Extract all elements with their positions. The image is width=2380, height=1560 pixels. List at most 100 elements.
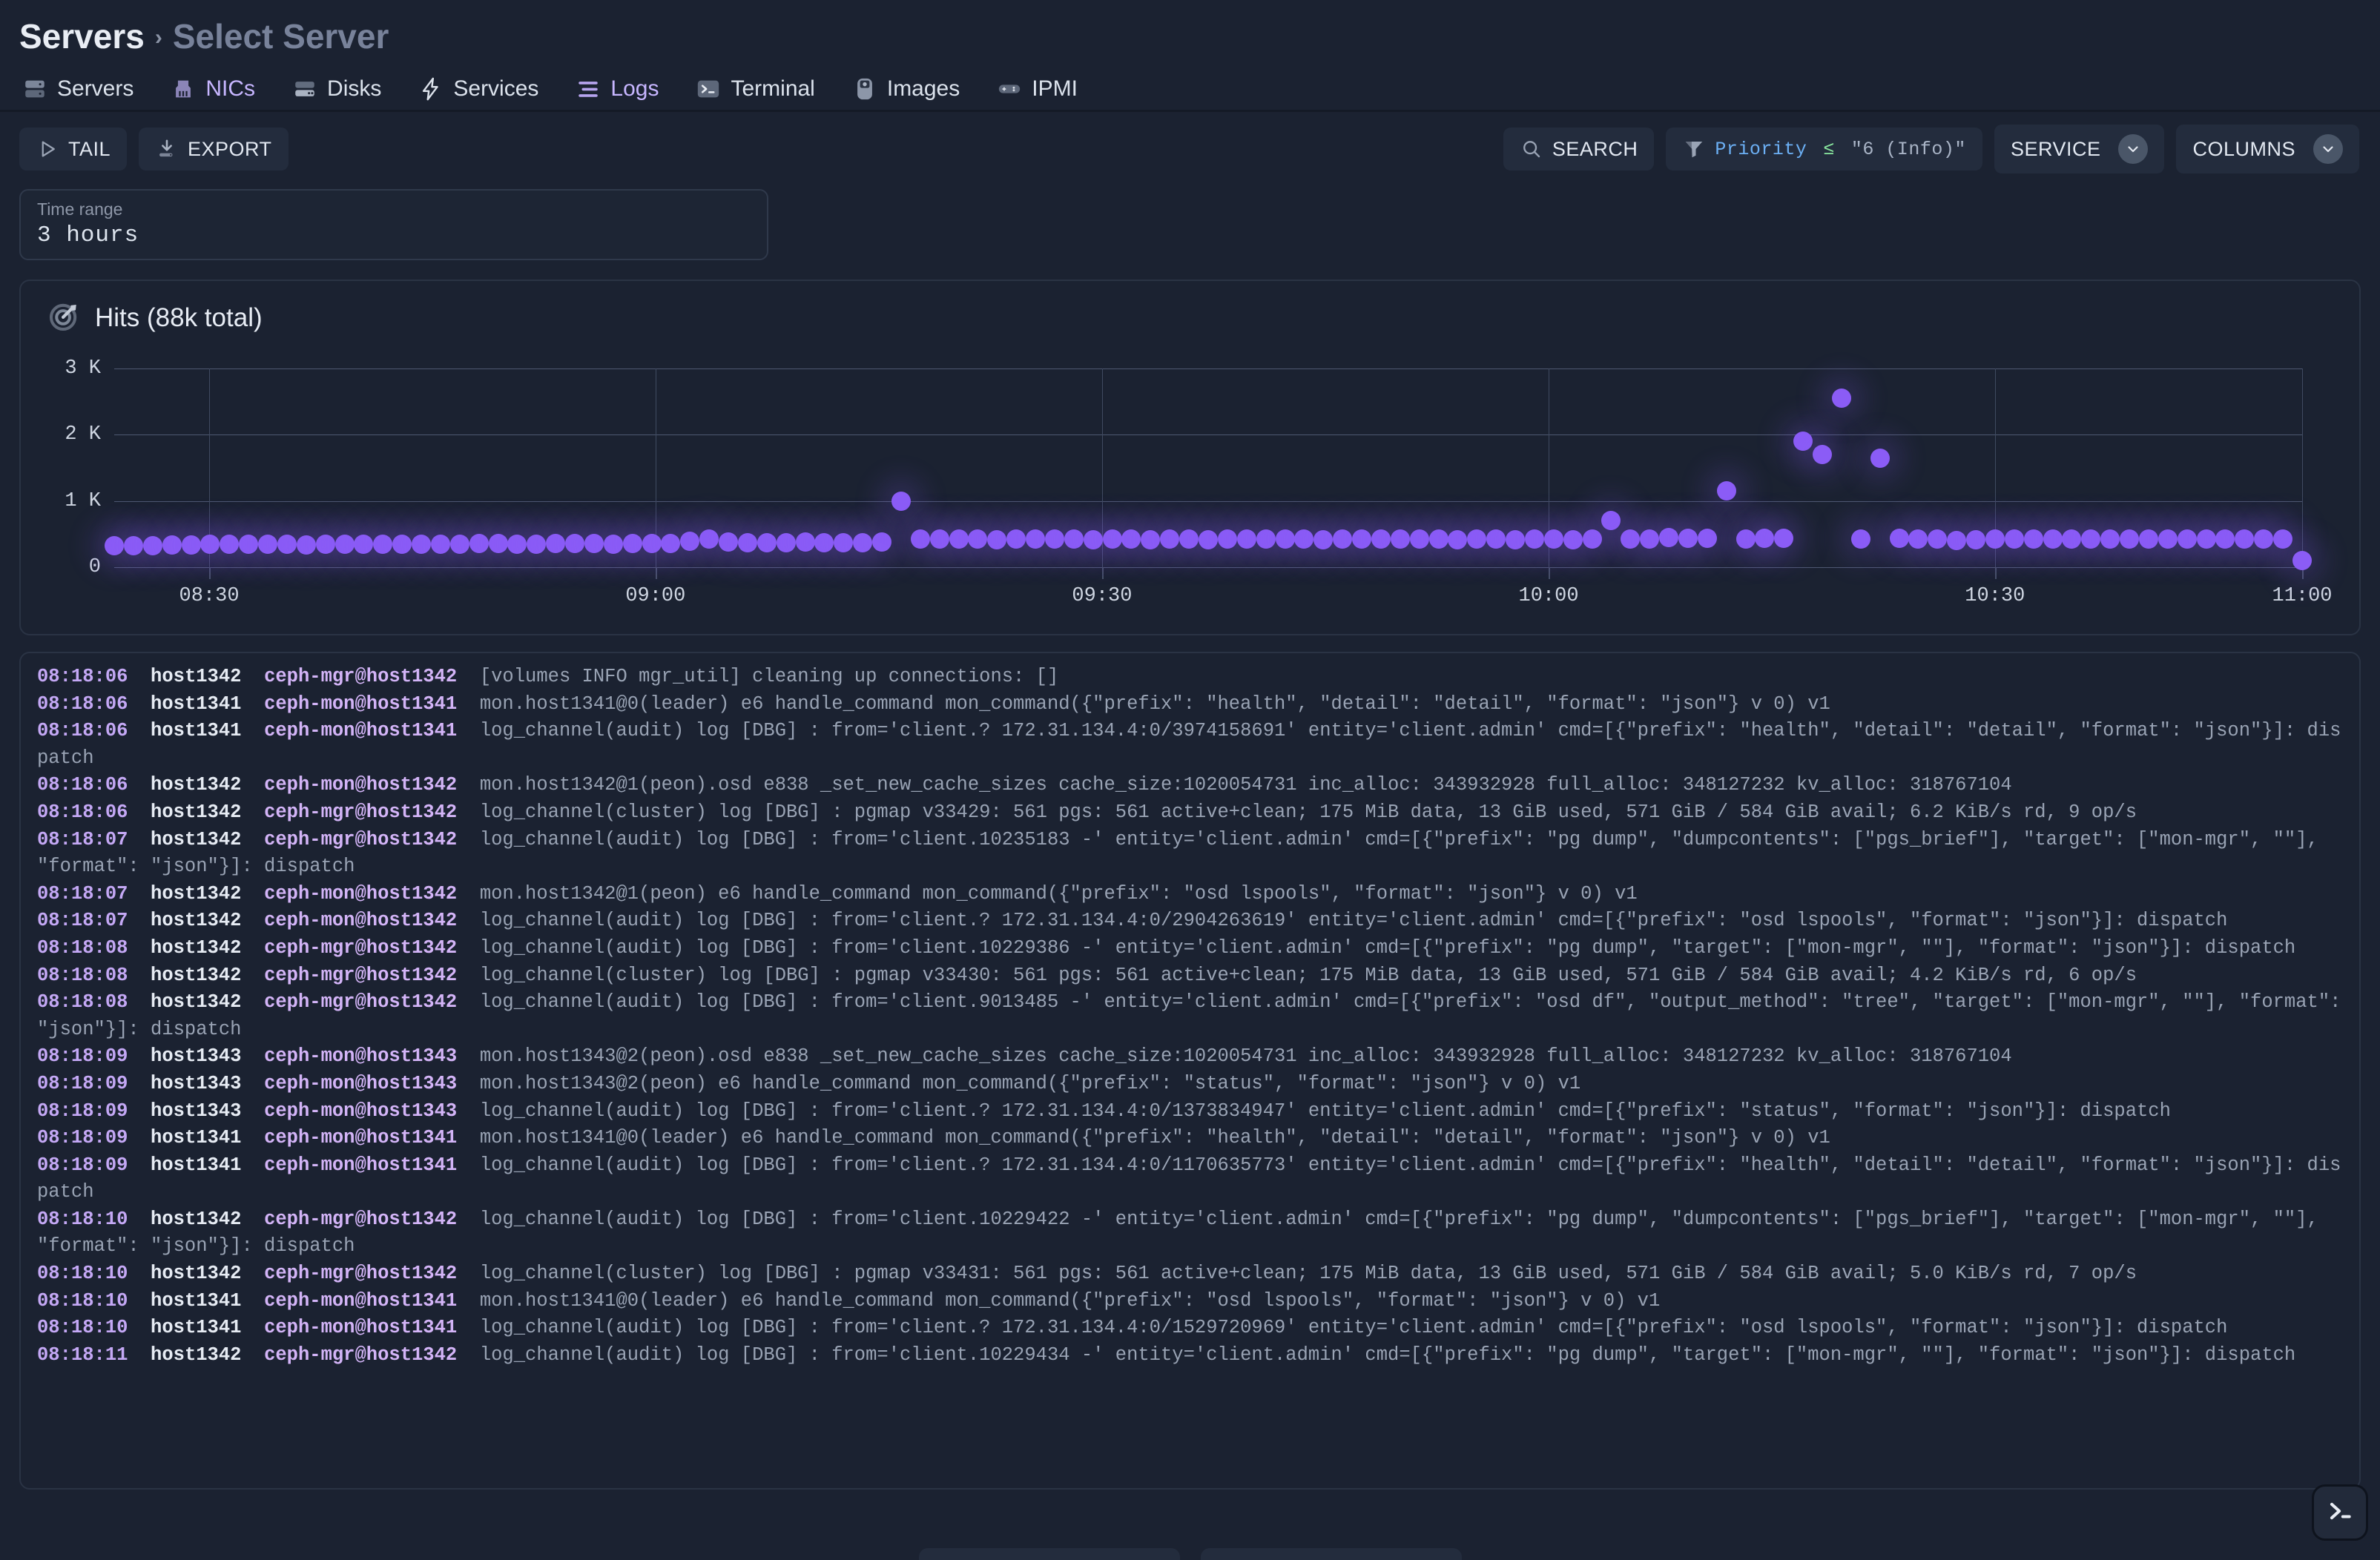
chart-data-point[interactable]	[2215, 529, 2235, 549]
chart-data-point[interactable]	[430, 534, 450, 554]
log-line[interactable]: 08:18:06 host1342 ceph-mgr@host1342 [vol…	[37, 664, 2344, 691]
priority-filter-chip[interactable]: Priority ≤ "6 (Info)"	[1666, 128, 1982, 171]
chart-data-point[interactable]	[2254, 529, 2274, 549]
chart-data-point[interactable]	[622, 534, 642, 554]
chart-data-point[interactable]	[1889, 528, 1909, 548]
log-line[interactable]: 08:18:08 host1342 ceph-mgr@host1342 log_…	[37, 935, 2344, 962]
tab-disks[interactable]: Disks	[289, 72, 399, 106]
log-line[interactable]: 08:18:06 host1341 ceph-mon@host1341 mon.…	[37, 691, 2344, 718]
chart-data-point[interactable]	[1217, 529, 1237, 549]
tab-nics[interactable]: NICs	[168, 72, 273, 106]
chart-data-point[interactable]	[872, 532, 892, 552]
chart-data-point[interactable]	[2081, 529, 2101, 549]
chart-data-point[interactable]	[1640, 529, 1660, 549]
chart-data-point[interactable]	[1313, 529, 1334, 549]
chart-data-point[interactable]	[200, 535, 220, 555]
chart-data-point[interactable]	[488, 534, 508, 554]
export-button[interactable]: EXPORT	[139, 128, 289, 171]
search-button[interactable]: SEARCH	[1503, 128, 1655, 171]
chart-data-point[interactable]	[181, 535, 201, 555]
chart-data-point[interactable]	[1524, 529, 1544, 549]
chart-data-point[interactable]	[1697, 528, 1717, 548]
chart-data-point[interactable]	[2177, 529, 2197, 549]
chart-data-point[interactable]	[834, 532, 854, 552]
chart-data-point[interactable]	[1543, 529, 1563, 549]
tab-servers[interactable]: Servers	[19, 72, 151, 106]
chart-data-point[interactable]	[1275, 529, 1295, 549]
chart-data-point[interactable]	[891, 491, 911, 511]
chart-data-point[interactable]	[1735, 529, 1756, 549]
chart-data-point[interactable]	[507, 534, 527, 554]
log-output-panel[interactable]: 08:18:06 host1342 ceph-mgr@host1342 [vol…	[19, 652, 2361, 1490]
chart-data-point[interactable]	[699, 529, 719, 549]
chart-data-point[interactable]	[1985, 529, 2005, 549]
chart-data-point[interactable]	[1006, 529, 1026, 549]
chart-data-point[interactable]	[565, 533, 585, 553]
chart-data-point[interactable]	[1659, 527, 1679, 547]
chart-data-point[interactable]	[2196, 529, 2216, 549]
chart-data-point[interactable]	[1716, 481, 1736, 501]
chart-data-point[interactable]	[1966, 529, 1986, 549]
chart-data-point[interactable]	[2004, 529, 2024, 549]
chart-data-point[interactable]	[1563, 529, 1583, 549]
chart-data-point[interactable]	[1601, 511, 1621, 531]
chart-data-point[interactable]	[1793, 432, 1813, 452]
log-line[interactable]: 08:18:10 host1341 ceph-mon@host1341 log_…	[37, 1315, 2344, 1342]
chart-data-point[interactable]	[1831, 389, 1851, 409]
tab-services[interactable]: Services	[415, 72, 556, 106]
chart-data-point[interactable]	[603, 534, 623, 554]
terminal-fab-button[interactable]	[2312, 1484, 2368, 1541]
chart-data-point[interactable]	[1813, 445, 1833, 465]
chart-data-point[interactable]	[795, 532, 815, 552]
chart-data-point[interactable]	[1141, 529, 1161, 549]
chart-data-point[interactable]	[1448, 529, 1468, 549]
log-line[interactable]: 08:18:06 host1342 ceph-mgr@host1342 log_…	[37, 799, 2344, 827]
chart-data-point[interactable]	[2273, 529, 2293, 549]
chart-data-point[interactable]	[277, 535, 297, 555]
chart-data-point[interactable]	[2292, 551, 2312, 571]
chart-data-point[interactable]	[1467, 529, 1487, 549]
breadcrumb-root[interactable]: Servers	[19, 16, 145, 56]
bottom-action-button-2[interactable]	[1200, 1548, 1462, 1560]
tab-terminal[interactable]: Terminal	[693, 72, 832, 106]
chart-data-point[interactable]	[642, 533, 662, 553]
chart-data-point[interactable]	[1947, 531, 1967, 551]
chart-data-point[interactable]	[1160, 529, 1180, 549]
hits-scatter-chart[interactable]: 0 1 K 2 K 3 K 08:30 09:00 09:30 10:00 10:30 11:00	[65, 357, 2332, 607]
log-line[interactable]: 08:18:10 host1341 ceph-mon@host1341 mon.…	[37, 1288, 2344, 1315]
chart-data-point[interactable]	[1621, 529, 1641, 549]
time-range-field[interactable]: Time range 3 hours	[19, 189, 768, 260]
log-line[interactable]: 08:18:06 host1341 ceph-mon@host1341 log_…	[37, 718, 2344, 772]
chart-data-point[interactable]	[1352, 529, 1372, 549]
log-line[interactable]: 08:18:07 host1342 ceph-mon@host1342 mon.…	[37, 881, 2344, 908]
chart-data-point[interactable]	[853, 532, 873, 552]
tab-ipmi[interactable]: IPMI	[994, 72, 1095, 106]
tab-images[interactable]: Images	[849, 72, 978, 106]
chart-data-point[interactable]	[412, 535, 432, 555]
chart-data-point[interactable]	[2100, 529, 2120, 549]
chart-data-point[interactable]	[719, 532, 739, 552]
chart-data-point[interactable]	[1064, 529, 1084, 549]
chart-data-point[interactable]	[2120, 529, 2140, 549]
chart-data-point[interactable]	[527, 534, 547, 554]
chart-data-point[interactable]	[1755, 528, 1775, 548]
chart-data-point[interactable]	[776, 532, 796, 552]
log-line[interactable]: 08:18:06 host1342 ceph-mon@host1342 mon.…	[37, 772, 2344, 799]
chart-data-point[interactable]	[1506, 529, 1526, 549]
chart-data-point[interactable]	[2023, 529, 2043, 549]
time-range-value[interactable]: 3 hours	[37, 220, 751, 251]
chart-data-point[interactable]	[1928, 529, 1948, 549]
chart-data-point[interactable]	[1236, 529, 1256, 549]
chart-data-point[interactable]	[661, 533, 681, 553]
chart-data-point[interactable]	[2235, 529, 2255, 549]
chart-data-point[interactable]	[1486, 529, 1506, 549]
chart-data-point[interactable]	[1390, 529, 1410, 549]
log-line[interactable]: 08:18:09 host1341 ceph-mon@host1341 mon.…	[37, 1125, 2344, 1152]
chart-data-point[interactable]	[968, 529, 988, 549]
chart-data-point[interactable]	[546, 534, 566, 554]
log-line[interactable]: 08:18:10 host1342 ceph-mgr@host1342 log_…	[37, 1260, 2344, 1288]
chart-data-point[interactable]	[354, 535, 374, 555]
chart-data-point[interactable]	[123, 535, 143, 555]
chart-data-point[interactable]	[162, 535, 182, 555]
chart-data-point[interactable]	[1850, 529, 1870, 549]
